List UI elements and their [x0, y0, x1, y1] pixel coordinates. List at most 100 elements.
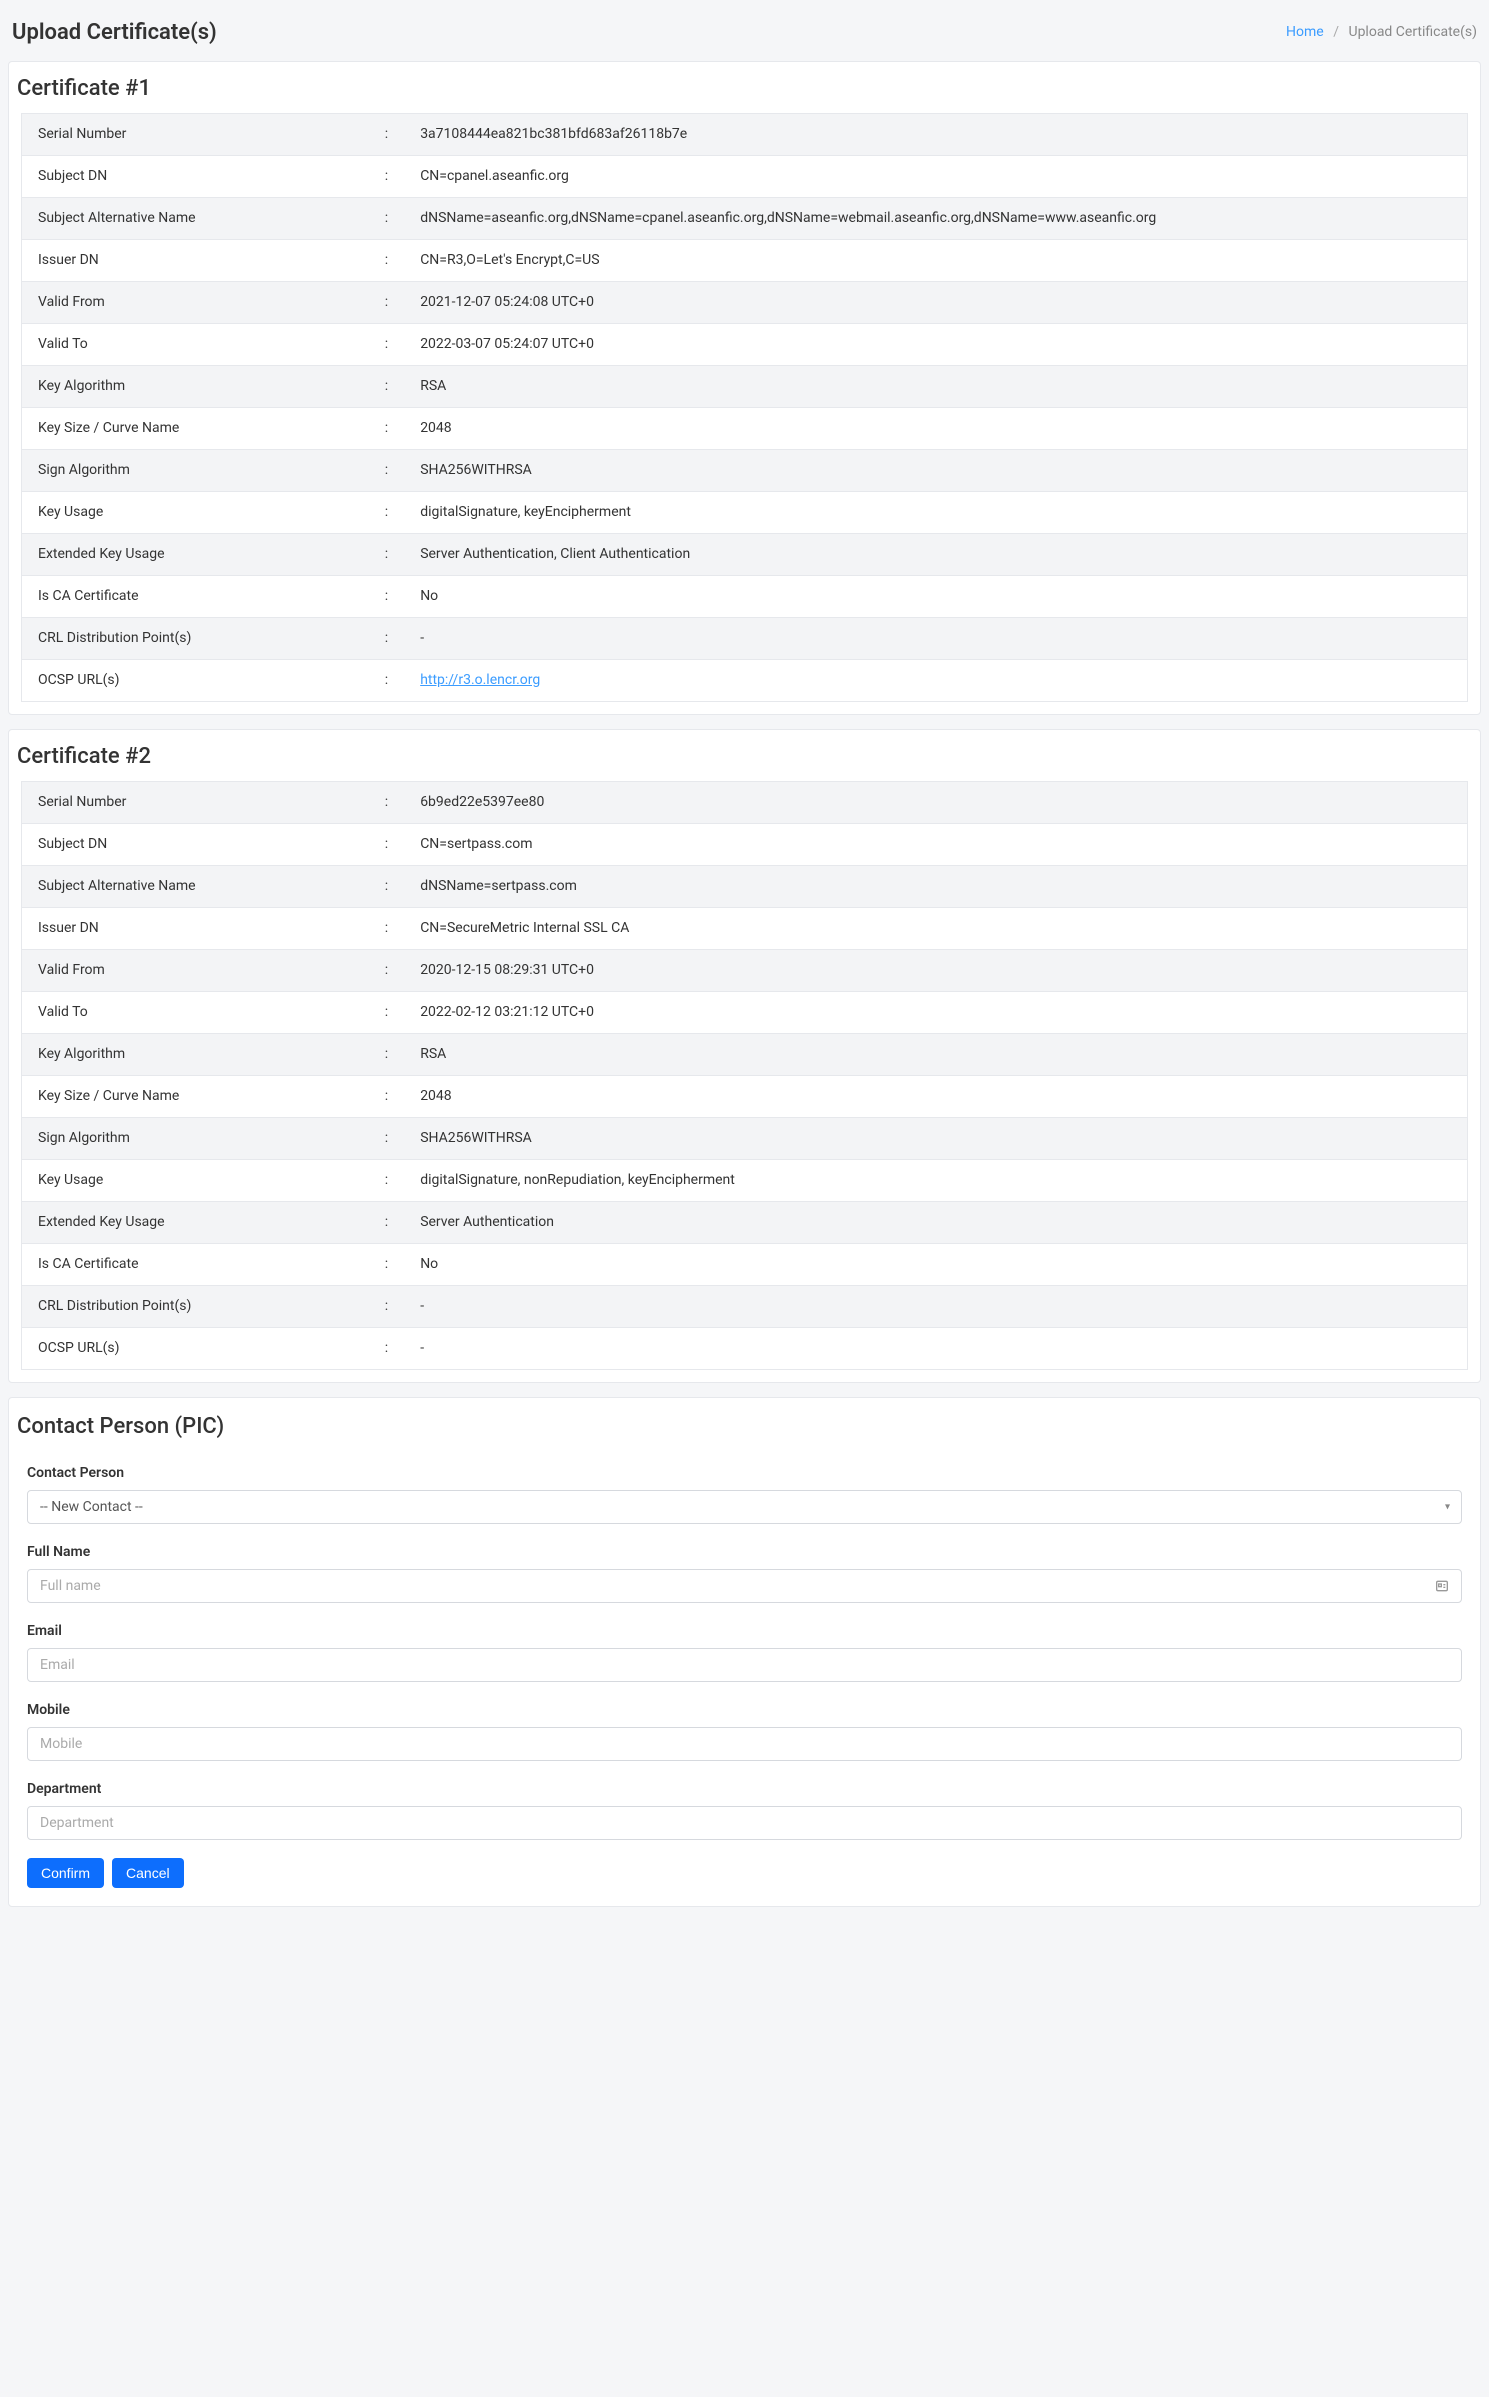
breadcrumb-home[interactable]: Home	[1286, 24, 1324, 40]
contact-person-card: Contact Person (PIC) Contact Person -- N…	[8, 1397, 1481, 1907]
row-colon: :	[369, 1286, 404, 1328]
certificate-1-card: Certificate #1 Serial Number:3a7108444ea…	[8, 61, 1481, 715]
contact-person-label: Contact Person	[27, 1463, 1462, 1484]
row-value: CN=R3,O=Let's Encrypt,C=US	[404, 240, 1467, 282]
row-value: CN=cpanel.aseanfic.org	[404, 156, 1467, 198]
row-colon: :	[369, 408, 404, 450]
row-value: No	[404, 576, 1467, 618]
table-row: Key Algorithm:RSA	[22, 1034, 1467, 1076]
row-value: -	[404, 618, 1467, 660]
row-value: 2048	[404, 408, 1467, 450]
row-value: digitalSignature, nonRepudiation, keyEnc…	[404, 1160, 1467, 1202]
table-row: OCSP URL(s):-	[22, 1328, 1467, 1369]
row-value: dNSName=aseanfic.org,dNSName=cpanel.asea…	[404, 198, 1467, 240]
row-value: 2022-03-07 05:24:07 UTC+0	[404, 324, 1467, 366]
table-row: Key Size / Curve Name:2048	[22, 408, 1467, 450]
row-label: Sign Algorithm	[22, 1118, 369, 1160]
table-row: Key Usage:digitalSignature, keyEncipherm…	[22, 492, 1467, 534]
row-colon: :	[369, 1034, 404, 1076]
mobile-label: Mobile	[27, 1700, 1462, 1721]
row-value: -	[404, 1328, 1467, 1369]
confirm-button[interactable]: Confirm	[27, 1858, 104, 1888]
row-colon: :	[369, 866, 404, 908]
row-label: Subject Alternative Name	[22, 198, 369, 240]
ocsp-url-link[interactable]: http://r3.o.lencr.org	[420, 672, 540, 688]
table-row: CRL Distribution Point(s):-	[22, 1286, 1467, 1328]
row-colon: :	[369, 950, 404, 992]
row-colon: :	[369, 576, 404, 618]
row-colon: :	[369, 992, 404, 1034]
table-row: Key Algorithm:RSA	[22, 366, 1467, 408]
table-row: Subject Alternative Name:dNSName=aseanfi…	[22, 198, 1467, 240]
table-row: Extended Key Usage:Server Authentication…	[22, 534, 1467, 576]
email-input[interactable]	[27, 1648, 1462, 1682]
full-name-input-wrap	[27, 1569, 1462, 1603]
row-colon: :	[369, 1160, 404, 1202]
row-label: CRL Distribution Point(s)	[22, 1286, 369, 1328]
certificate-2-title: Certificate #2	[9, 730, 1480, 781]
row-value: CN=sertpass.com	[404, 824, 1467, 866]
row-label: Valid From	[22, 950, 369, 992]
table-row: Subject DN:CN=sertpass.com	[22, 824, 1467, 866]
contact-person-select-wrap: -- New Contact -- ▾	[27, 1490, 1462, 1524]
row-value: Server Authentication	[404, 1202, 1467, 1244]
department-group: Department	[27, 1779, 1462, 1840]
row-value: 2020-12-15 08:29:31 UTC+0	[404, 950, 1467, 992]
table-row: Is CA Certificate:No	[22, 576, 1467, 618]
row-label: Extended Key Usage	[22, 534, 369, 576]
row-label: Issuer DN	[22, 240, 369, 282]
row-colon: :	[369, 1118, 404, 1160]
button-row: Confirm Cancel	[9, 1858, 1480, 1906]
row-value: digitalSignature, keyEncipherment	[404, 492, 1467, 534]
row-colon: :	[369, 282, 404, 324]
row-value: 3a7108444ea821bc381bfd683af26118b7e	[404, 114, 1467, 156]
contact-person-select[interactable]: -- New Contact --	[27, 1490, 1462, 1524]
cancel-button[interactable]: Cancel	[112, 1858, 184, 1888]
table-row: Extended Key Usage:Server Authentication	[22, 1202, 1467, 1244]
row-label: Key Algorithm	[22, 1034, 369, 1076]
table-row: Issuer DN:CN=R3,O=Let's Encrypt,C=US	[22, 240, 1467, 282]
table-row: Issuer DN:CN=SecureMetric Internal SSL C…	[22, 908, 1467, 950]
row-label: CRL Distribution Point(s)	[22, 618, 369, 660]
contact-person-group: Contact Person -- New Contact -- ▾	[27, 1463, 1462, 1524]
mobile-input[interactable]	[27, 1727, 1462, 1761]
row-label: Serial Number	[22, 782, 369, 824]
row-value: 2021-12-07 05:24:08 UTC+0	[404, 282, 1467, 324]
table-row: Is CA Certificate:No	[22, 1244, 1467, 1286]
row-label: Key Usage	[22, 1160, 369, 1202]
certificate-1-title: Certificate #1	[9, 62, 1480, 113]
table-row: Valid From:2021-12-07 05:24:08 UTC+0	[22, 282, 1467, 324]
page-header: Upload Certificate(s) Home / Upload Cert…	[0, 0, 1489, 61]
breadcrumb-separator: /	[1333, 24, 1339, 40]
table-row: Sign Algorithm:SHA256WITHRSA	[22, 1118, 1467, 1160]
row-colon: :	[369, 1202, 404, 1244]
row-label: Valid From	[22, 282, 369, 324]
mobile-group: Mobile	[27, 1700, 1462, 1761]
row-label: Valid To	[22, 992, 369, 1034]
row-colon: :	[369, 824, 404, 866]
department-input[interactable]	[27, 1806, 1462, 1840]
row-colon: :	[369, 618, 404, 660]
row-label: Key Algorithm	[22, 366, 369, 408]
row-value: http://r3.o.lencr.org	[404, 660, 1467, 701]
table-row: Sign Algorithm:SHA256WITHRSA	[22, 450, 1467, 492]
full-name-input[interactable]	[27, 1569, 1462, 1603]
email-label: Email	[27, 1621, 1462, 1642]
row-colon: :	[369, 534, 404, 576]
row-colon: :	[369, 782, 404, 824]
row-label: Is CA Certificate	[22, 1244, 369, 1286]
row-colon: :	[369, 492, 404, 534]
email-group: Email	[27, 1621, 1462, 1682]
row-value: RSA	[404, 1034, 1467, 1076]
row-colon: :	[369, 1328, 404, 1369]
table-row: Subject Alternative Name:dNSName=sertpas…	[22, 866, 1467, 908]
table-row: Valid To:2022-03-07 05:24:07 UTC+0	[22, 324, 1467, 366]
page-title: Upload Certificate(s)	[12, 16, 217, 49]
row-label: OCSP URL(s)	[22, 1328, 369, 1369]
row-label: Key Usage	[22, 492, 369, 534]
row-colon: :	[369, 1076, 404, 1118]
row-value: No	[404, 1244, 1467, 1286]
row-label: Sign Algorithm	[22, 450, 369, 492]
table-row: CRL Distribution Point(s):-	[22, 618, 1467, 660]
row-label: Is CA Certificate	[22, 576, 369, 618]
